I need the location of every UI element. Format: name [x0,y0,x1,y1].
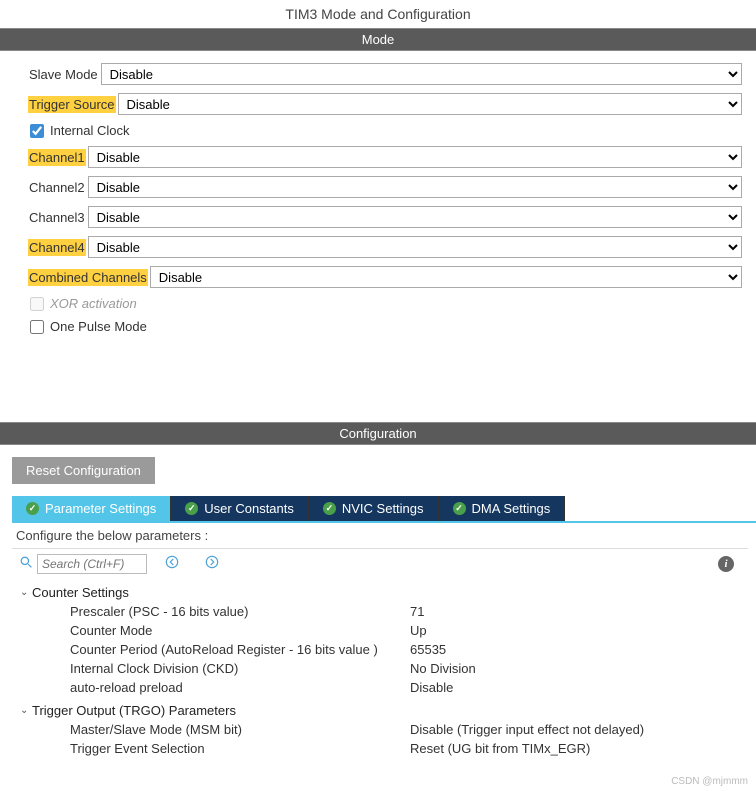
channel4-label: Channel4 [28,239,86,256]
internal-clock-label: Internal Clock [50,123,129,138]
parameter-row[interactable]: Internal Clock Division (CKD) No Divisio… [20,659,748,678]
parameter-row[interactable]: Counter Period (AutoReload Register - 16… [20,640,748,659]
channel4-select[interactable]: Disable [88,236,742,258]
combined-channels-select[interactable]: Disable [150,266,742,288]
search-icon [20,556,33,572]
check-icon: ✓ [185,502,198,515]
one-pulse-label: One Pulse Mode [50,319,147,334]
channel1-label: Channel1 [28,149,86,166]
tab-label: Parameter Settings [45,501,156,516]
xor-activation-label: XOR activation [50,296,137,311]
channel3-label: Channel3 [28,209,86,226]
channel1-select[interactable]: Disable [88,146,742,168]
check-icon: ✓ [26,502,39,515]
counter-settings-group[interactable]: ⌄ Counter Settings [20,583,748,602]
search-input[interactable] [37,554,147,574]
trgo-parameters-group[interactable]: ⌄ Trigger Output (TRGO) Parameters [20,701,748,720]
parameter-label: Trigger Event Selection [70,741,410,756]
parameter-row[interactable]: Master/Slave Mode (MSM bit) Disable (Tri… [20,720,748,739]
group-title: Trigger Output (TRGO) Parameters [32,703,236,718]
parameter-row[interactable]: Trigger Event Selection Reset (UG bit fr… [20,739,748,758]
check-icon: ✓ [323,502,336,515]
parameter-row[interactable]: Counter Mode Up [20,621,748,640]
watermark: CSDN @mjmmm [671,776,748,787]
tab-dma-settings[interactable]: ✓ DMA Settings [439,496,566,521]
slave-mode-select[interactable]: Disable [101,63,742,85]
config-tabs: ✓ Parameter Settings ✓ User Constants ✓ … [12,496,756,523]
channel2-select[interactable]: Disable [88,176,742,198]
tab-parameter-settings[interactable]: ✓ Parameter Settings [12,496,171,521]
tab-label: DMA Settings [472,501,551,516]
tab-user-constants[interactable]: ✓ User Constants [171,496,309,521]
channel2-label: Channel2 [28,179,86,196]
reset-configuration-button[interactable]: Reset Configuration [12,457,155,484]
trigger-source-label: Trigger Source [28,96,116,113]
one-pulse-checkbox[interactable] [30,320,44,334]
slave-mode-label: Slave Mode [28,66,99,83]
xor-activation-checkbox [30,297,44,311]
parameter-row[interactable]: Prescaler (PSC - 16 bits value) 71 [20,602,748,621]
channel3-select[interactable]: Disable [88,206,742,228]
parameter-value: No Division [410,661,476,676]
configure-hint: Configure the below parameters : [12,523,748,549]
group-title: Counter Settings [32,585,129,600]
parameter-label: auto-reload preload [70,680,410,695]
tab-nvic-settings[interactable]: ✓ NVIC Settings [309,496,439,521]
parameter-label: Counter Period (AutoReload Register - 16… [70,642,410,657]
chevron-down-icon: ⌄ [20,587,28,598]
internal-clock-checkbox[interactable] [30,124,44,138]
combined-channels-label: Combined Channels [28,269,148,286]
parameter-label: Internal Clock Division (CKD) [70,661,410,676]
parameter-value: Disable [410,680,453,695]
configuration-panel: Reset Configuration ✓ Parameter Settings… [0,445,756,766]
parameter-value: Disable (Trigger input effect not delaye… [410,722,644,737]
parameter-value: Up [410,623,427,638]
trigger-source-select[interactable]: Disable [118,93,743,115]
parameter-label: Counter Mode [70,623,410,638]
tab-label: NVIC Settings [342,501,424,516]
check-icon: ✓ [453,502,466,515]
parameter-value: 71 [410,604,424,619]
parameter-row[interactable]: auto-reload preload Disable [20,678,748,697]
tab-label: User Constants [204,501,294,516]
info-icon[interactable]: i [718,556,734,572]
parameter-label: Master/Slave Mode (MSM bit) [70,722,410,737]
search-prev-icon[interactable] [165,555,179,573]
parameter-label: Prescaler (PSC - 16 bits value) [70,604,410,619]
mode-section-header: Mode [0,28,756,51]
parameter-tree: ⌄ Counter Settings Prescaler (PSC - 16 b… [12,583,756,766]
search-next-icon[interactable] [205,555,219,573]
chevron-down-icon: ⌄ [20,705,28,716]
configuration-section-header: Configuration [0,422,756,445]
mode-panel: Slave Mode Disable Trigger Source Disabl… [0,51,756,422]
page-title: TIM3 Mode and Configuration [0,0,756,28]
parameter-value: 65535 [410,642,446,657]
parameter-value: Reset (UG bit from TIMx_EGR) [410,741,590,756]
